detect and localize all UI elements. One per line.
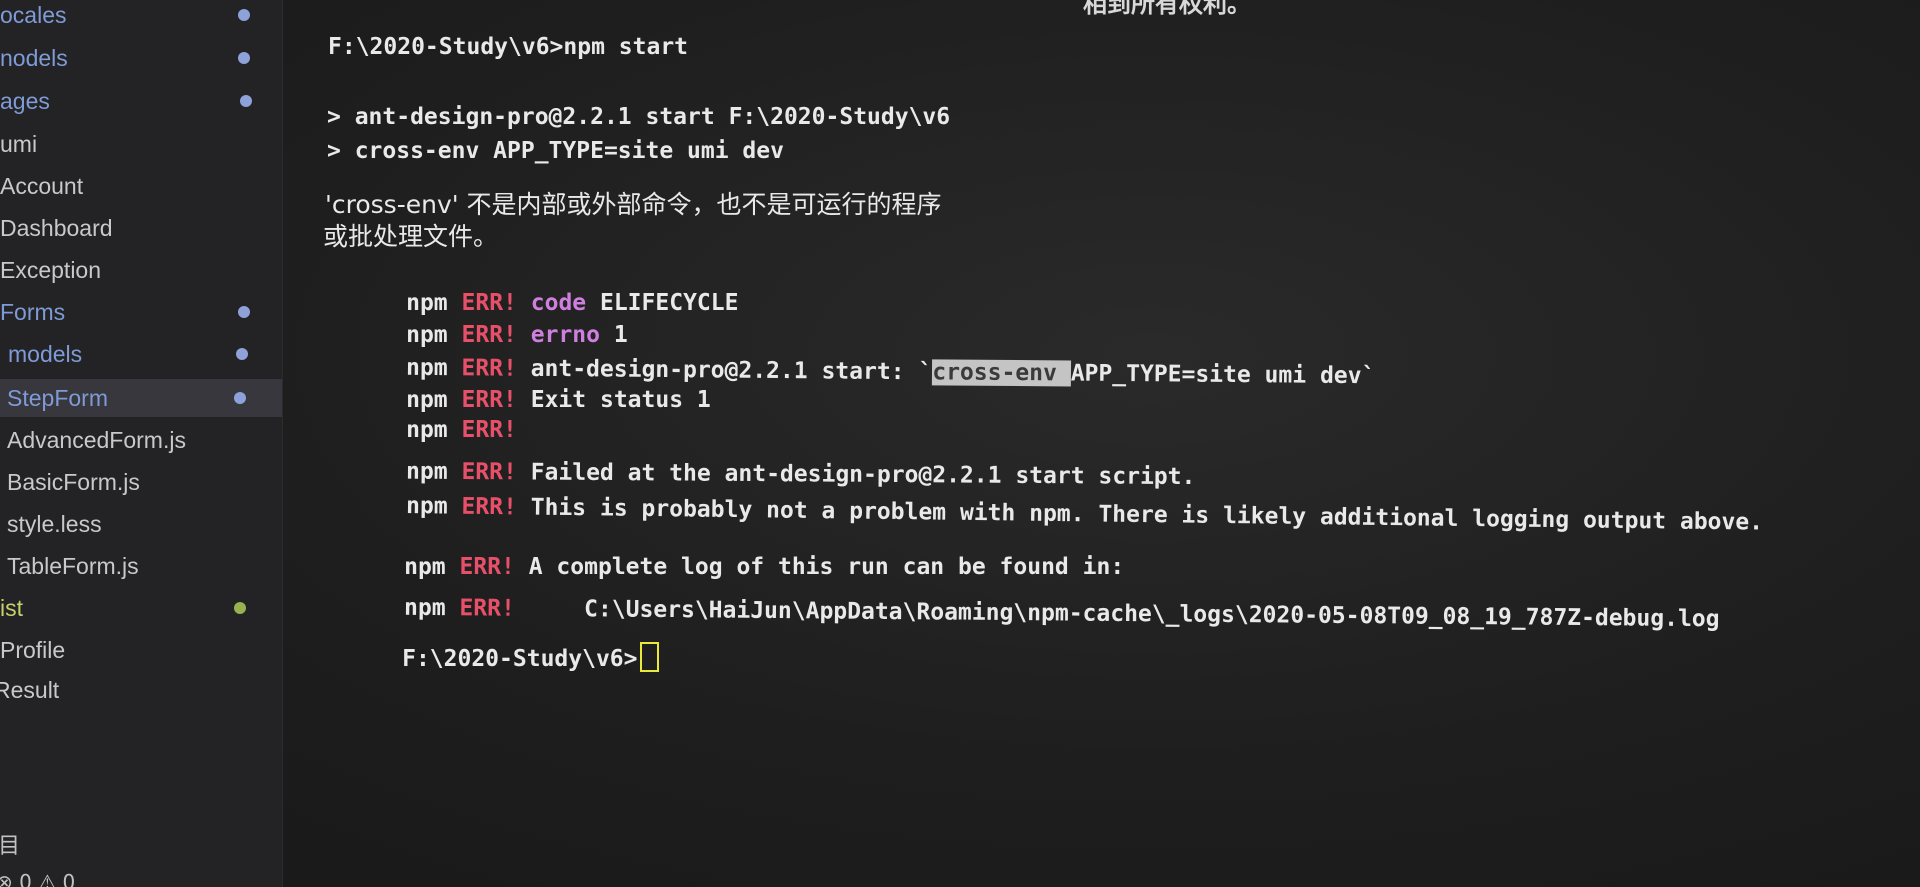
problems-status[interactable]: ⊗ 0 ⚠ 0 — [0, 870, 75, 887]
screen: ocales nodels ages umi Account Dashboard… — [0, 0, 1920, 887]
terminal-prompt[interactable]: F:\2020-Study\v6> — [319, 612, 659, 704]
tree-item-forms-models[interactable]: models — [8, 335, 282, 373]
terminal-command-line: F:\2020-Study\v6>npm start — [328, 34, 689, 60]
modified-dot-icon — [236, 348, 248, 360]
tree-item-stepform[interactable]: StepForm — [0, 379, 282, 417]
tree-item-list[interactable]: ist — [0, 589, 282, 627]
terminal-script-line: > ant-design-pro@2.2.1 start F:\2020-Stu… — [327, 104, 951, 130]
tree-item-advancedform[interactable]: AdvancedForm.js — [7, 421, 186, 459]
cursor-icon — [639, 642, 659, 672]
tree-item-tableform[interactable]: TableForm.js — [7, 547, 139, 585]
tree-item-exception[interactable]: Exception — [0, 251, 101, 289]
modified-dot-icon — [238, 306, 250, 318]
modified-dot-icon — [238, 9, 250, 21]
tree-item-basicform[interactable]: BasicForm.js — [7, 463, 140, 501]
tree-item-style-less[interactable]: style.less — [7, 505, 102, 543]
modified-dot-icon — [238, 52, 250, 64]
tree-item-dashboard[interactable]: Dashboard — [0, 209, 113, 247]
tree-item-account[interactable]: Account — [0, 167, 83, 205]
tree-item-models[interactable]: nodels — [0, 39, 282, 77]
terminal-error-message: 或批处理文件。 — [323, 222, 499, 251]
tree-item-profile[interactable]: Profile — [0, 631, 65, 669]
terminal-panel[interactable]: 相到所有权利。 F:\2020-Study\v6>npm start > ant… — [283, 0, 1920, 887]
modified-dot-icon — [234, 602, 246, 614]
explorer-sidebar: ocales nodels ages umi Account Dashboard… — [0, 0, 283, 887]
terminal-script-line: > cross-env APP_TYPE=site umi dev — [327, 138, 784, 164]
tree-item-pages[interactable]: ages — [0, 82, 282, 120]
tree-item-locales[interactable]: ocales — [0, 0, 282, 34]
terminal-selection: cross-env — [932, 359, 1071, 387]
terminal-error-message: 'cross-env' 不是内部或外部命令，也不是可运行的程序 — [325, 190, 942, 219]
outline-icon[interactable]: 目 — [0, 828, 20, 860]
modified-dot-icon — [240, 95, 252, 107]
tree-item-umi[interactable]: umi — [0, 125, 37, 163]
terminal-top-partial-text: 相到所有权利。 — [1083, 0, 1251, 18]
tree-item-result[interactable]: Result — [0, 671, 59, 709]
modified-dot-icon — [234, 392, 246, 404]
tree-item-forms[interactable]: Forms — [0, 293, 282, 331]
